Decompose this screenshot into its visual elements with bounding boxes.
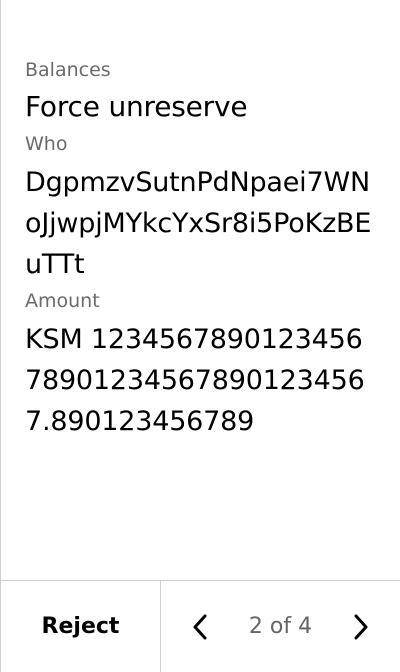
reject-button[interactable]: Reject bbox=[1, 581, 161, 672]
page-indicator: 2 of 4 bbox=[248, 614, 313, 639]
who-label: Who bbox=[25, 133, 68, 155]
amount-label: Amount bbox=[25, 290, 100, 312]
chevron-left-icon bbox=[191, 613, 211, 641]
chevron-right-icon bbox=[350, 613, 370, 641]
previous-page-button[interactable] bbox=[187, 613, 215, 641]
module-label: Balances bbox=[25, 59, 111, 81]
transaction-details: Balances Force unreserve Who DgpmzvSutnP… bbox=[25, 56, 377, 444]
who-value: DgpmzvSutnPdNpaei7WNoJjwpjMYkcYxSr8i5PoK… bbox=[25, 167, 372, 280]
review-screen: Balances Force unreserve Who DgpmzvSutnP… bbox=[0, 0, 400, 672]
pagination: 2 of 4 bbox=[161, 581, 400, 672]
method-title: Force unreserve bbox=[25, 90, 248, 123]
amount-value: KSM 123456789012345678901234567890123456… bbox=[25, 324, 365, 437]
next-page-button[interactable] bbox=[346, 613, 374, 641]
footer-bar: Reject 2 of 4 bbox=[1, 580, 400, 672]
